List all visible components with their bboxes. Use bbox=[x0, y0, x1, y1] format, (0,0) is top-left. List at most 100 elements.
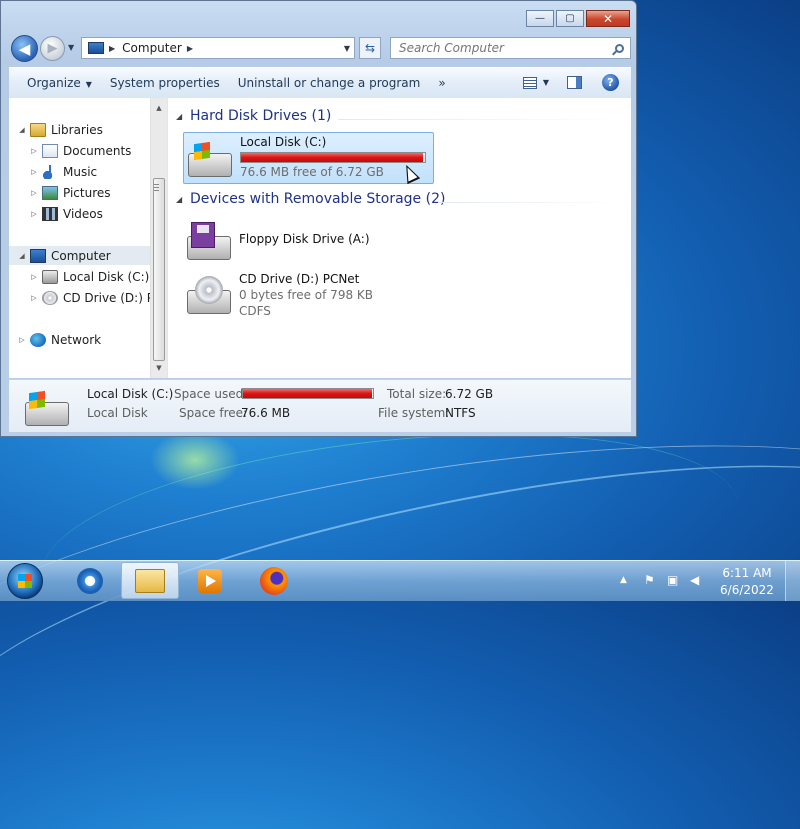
file-system-label: File system: bbox=[378, 406, 450, 420]
cd-drive-icon bbox=[42, 290, 58, 305]
sidebar-item-network[interactable]: ▷ Network bbox=[17, 330, 101, 349]
show-desktop-button[interactable] bbox=[785, 561, 800, 601]
view-options-dropdown[interactable]: ▼ bbox=[543, 78, 549, 87]
minimize-button[interactable]: — bbox=[526, 10, 554, 27]
sidebar-item-pictures[interactable]: ▷ Pictures bbox=[29, 183, 111, 202]
pictures-icon bbox=[42, 185, 58, 200]
computer-icon bbox=[88, 42, 104, 54]
navigation-scrollbar[interactable]: ▲ ▼ bbox=[150, 98, 167, 378]
action-center-flag-icon[interactable]: ⚑ bbox=[644, 573, 655, 587]
hard-drive-icon bbox=[42, 269, 58, 284]
space-free-value: 76.6 MB bbox=[241, 406, 291, 420]
show-hidden-icons-icon[interactable]: ▲ bbox=[620, 575, 627, 585]
navigation-pane: ◢ Libraries ▷ Documents ▷ Music ▷ Pictur… bbox=[9, 98, 168, 378]
expand-arrow-icon[interactable]: ▷ bbox=[29, 189, 39, 197]
collapse-arrow-icon[interactable]: ◢ bbox=[17, 252, 27, 260]
floppy-drive-icon bbox=[187, 222, 231, 262]
drive-tile-local-disk[interactable]: Local Disk (C:) 76.6 MB free of 6.72 GB bbox=[183, 132, 434, 184]
address-bar[interactable]: ▶ Computer ▶ ▼ bbox=[81, 37, 355, 59]
search-icon[interactable] bbox=[615, 43, 624, 53]
drive-name: CD Drive (D:) PCNet bbox=[239, 272, 360, 286]
expand-arrow-icon[interactable]: ▷ bbox=[29, 147, 39, 155]
breadcrumb-arrow-icon[interactable]: ▶ bbox=[187, 44, 193, 53]
help-icon[interactable]: ? bbox=[602, 74, 619, 91]
chevron-down-icon: ▼ bbox=[85, 80, 92, 89]
computer-icon bbox=[30, 248, 46, 263]
sidebar-item-local-disk[interactable]: ▷ Local Disk (C:) bbox=[29, 267, 149, 286]
taskbar-internet-explorer[interactable]: e bbox=[61, 562, 119, 599]
windows-logo-icon bbox=[194, 141, 210, 161]
sidebar-item-label: Music bbox=[63, 164, 98, 179]
sidebar-item-documents[interactable]: ▷ Documents bbox=[29, 141, 131, 160]
sidebar-item-videos[interactable]: ▷ Videos bbox=[29, 204, 103, 223]
sidebar-item-label: Documents bbox=[63, 143, 132, 158]
breadcrumb-arrow-icon[interactable]: ▶ bbox=[109, 44, 115, 53]
drive-free-space: 0 bytes free of 798 KB bbox=[239, 288, 373, 302]
collapse-arrow-icon[interactable]: ◢ bbox=[176, 195, 190, 204]
drive-info: CD Drive (D:) PCNet 0 bytes free of 798 … bbox=[239, 272, 373, 318]
collapse-arrow-icon[interactable]: ◢ bbox=[17, 126, 27, 134]
sidebar-item-cd-drive[interactable]: ▷ CD Drive (D:) PCNet bbox=[29, 288, 167, 307]
expand-arrow-icon[interactable]: ▷ bbox=[17, 336, 27, 344]
view-controls: ▼ ? bbox=[522, 74, 619, 91]
scroll-up-arrow-icon[interactable]: ▲ bbox=[151, 100, 167, 116]
drive-tile-cd[interactable]: CD Drive (D:) PCNet 0 bytes free of 798 … bbox=[183, 270, 403, 326]
group-header-hard-disk-drives[interactable]: ◢ Hard Disk Drives (1) bbox=[176, 108, 331, 124]
drive-info: Local Disk (C:) 76.6 MB free of 6.72 GB bbox=[240, 135, 426, 179]
organize-menu[interactable]: Organize ▼ bbox=[27, 76, 92, 90]
media-player-icon bbox=[198, 568, 222, 593]
library-icon bbox=[30, 122, 46, 137]
system-properties-button[interactable]: System properties bbox=[110, 76, 220, 90]
explorer-window: — ▢ ✕ ◀ ▶ ▼ ▶ Computer ▶ ▼ ⇆ Organize ▼ S… bbox=[0, 0, 637, 437]
uninstall-program-button[interactable]: Uninstall or change a program bbox=[238, 76, 421, 90]
music-icon bbox=[42, 164, 58, 179]
drive-tile-floppy[interactable]: Floppy Disk Drive (A:) bbox=[183, 216, 383, 268]
taskbar-firefox[interactable] bbox=[245, 562, 303, 599]
usage-bar-fill bbox=[243, 389, 372, 398]
close-button[interactable]: ✕ bbox=[586, 10, 630, 27]
details-pane: Local Disk (C:) Local Disk Space used: S… bbox=[9, 379, 631, 432]
group-header-removable-storage[interactable]: ◢ Devices with Removable Storage (2) bbox=[176, 191, 445, 207]
expand-arrow-icon[interactable]: ▷ bbox=[29, 273, 39, 281]
sidebar-item-libraries[interactable]: ◢ Libraries bbox=[17, 120, 103, 139]
caption-buttons: — ▢ ✕ bbox=[526, 10, 630, 27]
hard-drive-icon bbox=[25, 388, 73, 428]
breadcrumb-computer[interactable]: Computer bbox=[122, 41, 182, 55]
space-free-label: Space free: bbox=[179, 406, 248, 420]
content-pane: ◢ Hard Disk Drives (1) Local Disk (C:) 7… bbox=[168, 98, 631, 378]
expand-arrow-icon[interactable]: ▷ bbox=[29, 168, 39, 176]
organize-label: Organize bbox=[27, 76, 81, 90]
address-dropdown-icon[interactable]: ▼ bbox=[344, 44, 350, 53]
taskbar-windows-explorer[interactable] bbox=[121, 562, 179, 599]
search-box bbox=[390, 37, 631, 59]
search-input[interactable] bbox=[397, 40, 601, 56]
scroll-down-arrow-icon[interactable]: ▼ bbox=[151, 360, 167, 376]
details-type: Local Disk bbox=[87, 406, 148, 420]
clock[interactable]: 6:11 AM 6/6/2022 bbox=[712, 565, 782, 599]
drive-name: Floppy Disk Drive (A:) bbox=[239, 232, 370, 246]
sidebar-item-label: Local Disk (C:) bbox=[63, 269, 150, 284]
back-button[interactable]: ◀ bbox=[11, 35, 38, 62]
file-system-value: NTFS bbox=[445, 406, 476, 420]
change-view-icon[interactable] bbox=[522, 76, 537, 89]
preview-pane-icon[interactable] bbox=[567, 76, 582, 89]
sidebar-item-music[interactable]: ▷ Music bbox=[29, 162, 97, 181]
refresh-button[interactable]: ⇆ bbox=[359, 37, 381, 59]
recent-pages-dropdown[interactable]: ▼ bbox=[68, 43, 74, 52]
collapse-arrow-icon[interactable]: ◢ bbox=[176, 112, 190, 121]
forward-button[interactable]: ▶ bbox=[40, 36, 65, 61]
volume-muted-icon[interactable]: ◀ bbox=[690, 573, 699, 587]
clock-time: 6:11 AM bbox=[722, 566, 772, 580]
scrollbar-thumb[interactable] bbox=[153, 178, 165, 361]
sidebar-item-computer[interactable]: ◢ Computer bbox=[9, 246, 158, 265]
network-status-icon[interactable]: ▣ bbox=[667, 573, 678, 587]
windows-logo-icon bbox=[29, 390, 45, 410]
start-button[interactable] bbox=[7, 563, 43, 599]
taskbar-media-player[interactable] bbox=[181, 562, 239, 599]
maximize-button[interactable]: ▢ bbox=[556, 10, 584, 27]
desktop-glow bbox=[150, 430, 240, 490]
details-usage-bar bbox=[242, 388, 374, 399]
expand-arrow-icon[interactable]: ▷ bbox=[29, 294, 39, 302]
more-commands-button[interactable]: » bbox=[438, 76, 445, 90]
expand-arrow-icon[interactable]: ▷ bbox=[29, 210, 39, 218]
